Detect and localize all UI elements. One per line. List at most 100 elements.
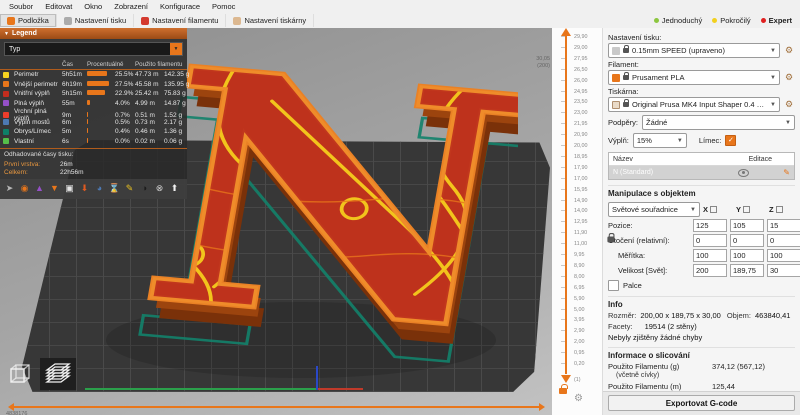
slider-right-arrow-icon[interactable]: [539, 403, 545, 411]
slider-lock-icon[interactable]: [559, 384, 568, 394]
legend-header[interactable]: ▼ Legend: [0, 28, 187, 39]
edit-icon[interactable]: ✎: [783, 168, 790, 177]
value-field-x[interactable]: 0: [693, 234, 727, 247]
value-field-y[interactable]: 105: [730, 219, 764, 232]
filament-gear-icon[interactable]: ⚙: [783, 71, 795, 84]
tick-mark: [561, 145, 565, 146]
shells-icon[interactable]: ◑: [138, 182, 151, 195]
menu-zobrazeni[interactable]: Zobrazení: [108, 0, 154, 13]
print-settings-select[interactable]: 0.15mm SPEED (upraveno) ▼: [608, 43, 780, 58]
mode-dot-icon: [653, 18, 659, 23]
value-field-x[interactable]: 200: [693, 264, 727, 277]
tab-nastaveni-tisku[interactable]: Nastavení tisku: [57, 14, 135, 27]
coord-system-select[interactable]: Světové souřadnice ▼: [608, 202, 700, 217]
travels-icon[interactable]: ➤: [3, 182, 16, 195]
slicing-value: 125,44: [712, 382, 735, 391]
tick-mark: [561, 330, 565, 332]
tab-podlozka[interactable]: Podložka: [0, 14, 57, 27]
value-field-z[interactable]: 30: [767, 264, 800, 277]
color-chip: [3, 100, 9, 107]
axis-x-line: [317, 388, 363, 390]
inches-label: Palce: [623, 281, 642, 290]
viewport-3d[interactable]: N N N N N: [0, 28, 552, 415]
menu-okno[interactable]: Okno: [78, 0, 108, 13]
deretractions-icon[interactable]: ▼: [48, 182, 61, 195]
value-field-x[interactable]: 100: [693, 249, 727, 262]
printer-select[interactable]: Original Prusa MK4 Input Shaper 0.4 nozz…: [608, 97, 780, 112]
percent-bar: [87, 118, 88, 124]
supports-select[interactable]: Žádné ▼: [642, 115, 795, 130]
menu-pomoc[interactable]: Pomoc: [206, 0, 241, 13]
max-layer-number: (200): [537, 63, 550, 69]
inches-checkbox[interactable]: [608, 280, 619, 291]
brim-checkbox[interactable]: ✓: [725, 135, 737, 146]
printer-gear-icon[interactable]: ⚙: [783, 98, 795, 111]
seams-icon[interactable]: ▣: [63, 182, 76, 195]
color-chip: [3, 112, 9, 118]
value-field-x[interactable]: 125: [693, 219, 727, 232]
gcode-move-slider[interactable]: [8, 403, 545, 411]
export-gcode-button[interactable]: Exportovat G-code: [608, 395, 795, 411]
legend-type-select[interactable]: Typ ▼: [4, 42, 183, 56]
tick-mark: [561, 363, 565, 364]
uniform-scale-lock-icon[interactable]: [607, 232, 615, 244]
filament-select[interactable]: Prusament PLA ▼: [608, 70, 780, 85]
mode-pokrocily[interactable]: Pokročilý: [712, 16, 751, 25]
visibility-eye-icon[interactable]: [738, 168, 750, 177]
total-time-label: Celkem:: [4, 168, 28, 176]
bar-cell: [87, 128, 113, 135]
layer-slider-track[interactable]: [565, 36, 567, 374]
manipulation-title: Manipulace s objektem: [608, 185, 795, 198]
layer-slider-bottom-thumb[interactable]: [561, 375, 571, 383]
tick-label: 29,90: [574, 34, 588, 40]
menu-soubor[interactable]: Soubor: [3, 0, 39, 13]
menu-editovat[interactable]: Editovat: [39, 0, 78, 13]
pause-prints-icon[interactable]: ⌛: [108, 182, 121, 195]
tick-mark: [561, 319, 565, 321]
tab-nastaveni-tiskarny[interactable]: Nastavení tiskárny: [226, 14, 315, 27]
slider-track[interactable]: [12, 406, 541, 408]
retractions-icon[interactable]: ▲: [33, 182, 46, 195]
col-name: Název: [613, 155, 633, 163]
tick-mark: [561, 297, 565, 299]
tick-mark: [561, 112, 565, 114]
tick-mark: [561, 243, 565, 245]
tick-label: 8,90: [574, 262, 585, 269]
platter-icon: [7, 16, 15, 25]
legend-row-vnejsi-perimetr: Vnější perimetr 6h19m 27.5% 45.58 m 135.95 g: [0, 80, 189, 90]
slider-gear-icon[interactable]: ⚙: [574, 394, 583, 404]
value-field-y[interactable]: 100: [730, 249, 764, 262]
value-field-z[interactable]: 15: [767, 219, 800, 232]
view-layers-button[interactable]: [40, 358, 76, 390]
value-field-y[interactable]: 0: [730, 234, 764, 247]
color-chip: [3, 119, 9, 126]
print-settings-gear-icon[interactable]: ⚙: [783, 44, 795, 57]
feature-weight: 135.95 g: [164, 80, 190, 88]
legend-pin-icon[interactable]: ⬆: [168, 182, 181, 195]
value-field-y[interactable]: 189,75: [730, 264, 764, 277]
layer-slider-top-thumb[interactable]: [561, 28, 571, 36]
tick-label: 18,95: [574, 153, 588, 160]
percent-bar: [87, 99, 91, 105]
infill-select[interactable]: 15% ▼: [632, 133, 687, 148]
object-row[interactable]: N (Standard) ✎: [609, 166, 794, 179]
custom-gcodes-icon[interactable]: ✎: [123, 182, 136, 195]
value-field-z[interactable]: 100: [767, 249, 800, 262]
view-3d-button[interactable]: [2, 358, 38, 390]
tick-label: 2,00: [574, 339, 585, 346]
feature-time: 6h19m: [62, 80, 82, 88]
tool-changes-icon[interactable]: ⬇: [78, 182, 91, 195]
mode-jednoduchy[interactable]: Jednoduchý: [653, 16, 702, 25]
color-changes-icon[interactable]: ◕: [93, 182, 106, 195]
tool-marker-icon[interactable]: ⊗: [153, 182, 166, 195]
manip-label: Otočení (relativní):: [608, 236, 670, 245]
feature-weight: 1.36 g: [164, 128, 183, 136]
legend-row-perimetr: Perimetr 5h51m 25.5% 47.73 m 142.35 g: [0, 70, 189, 80]
wipe-icon[interactable]: ◉: [18, 182, 31, 195]
feature-length: 25.42 m: [135, 90, 159, 98]
menu-konfigurace[interactable]: Konfigurace: [154, 0, 206, 13]
tab-nastaveni-filamentu[interactable]: Nastavení filamentu: [134, 14, 227, 27]
tab-label: Nastavení tiskárny: [244, 16, 307, 25]
value-field-z[interactable]: 0: [767, 234, 800, 247]
mode-expert[interactable]: Expert: [760, 16, 792, 25]
